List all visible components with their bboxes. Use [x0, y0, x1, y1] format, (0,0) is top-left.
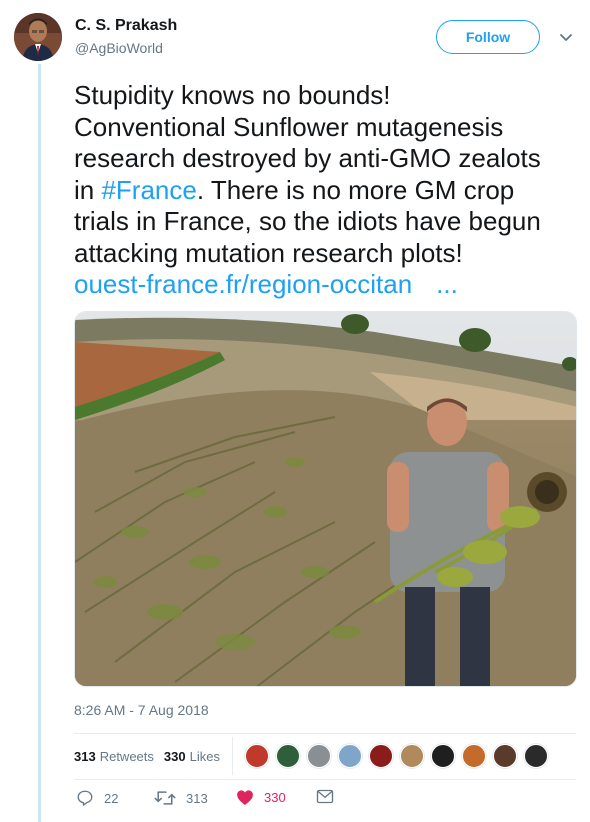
liker-avatars — [244, 744, 555, 768]
follow-button[interactable]: Follow — [436, 20, 540, 54]
liker-avatar[interactable] — [244, 744, 269, 768]
reply-count: 22 — [104, 790, 119, 806]
retweets-label: Retweets — [99, 748, 154, 764]
liker-avatar[interactable] — [430, 744, 455, 768]
like-button[interactable]: 330 — [236, 789, 286, 806]
avatar-photo — [14, 13, 62, 61]
liker-avatar[interactable] — [399, 744, 424, 768]
link-ellipsis[interactable]: ... — [436, 269, 458, 299]
likes-count: 330 — [163, 748, 186, 764]
reply-icon — [77, 790, 93, 806]
chevron-down-icon[interactable] — [557, 28, 575, 46]
tweet-line: trials in France, so the idiots have beg… — [74, 206, 541, 236]
liker-avatar[interactable] — [275, 744, 300, 768]
liker-avatar[interactable] — [492, 744, 517, 768]
tweet-line: research destroyed by anti-GMO zealots — [74, 143, 541, 173]
tweet-text-fragment: in — [74, 174, 102, 205]
heart-icon — [237, 790, 253, 805]
retweet-button[interactable]: 313 — [154, 789, 208, 807]
tweet-line: in #France. There is no more GM crop — [74, 175, 579, 207]
hashtag-link[interactable]: #France — [101, 175, 196, 205]
tweet-actions: 22 313 330 — [74, 789, 374, 815]
liker-avatar[interactable] — [306, 744, 331, 768]
like-count: 330 — [264, 790, 286, 805]
divider — [74, 733, 576, 734]
reply-button[interactable]: 22 — [76, 789, 118, 807]
retweets-count: 313 — [74, 748, 96, 764]
liker-avatar[interactable] — [337, 744, 362, 768]
retweets-stat[interactable]: 313 Retweets — [74, 749, 154, 764]
likes-label: Likes — [189, 748, 220, 764]
liker-avatar[interactable] — [461, 744, 486, 768]
retweet-icon — [154, 791, 176, 805]
stats-divider — [231, 737, 233, 775]
liker-avatar[interactable] — [368, 744, 393, 768]
tweet-timestamp[interactable]: 8:26 AM - 7 Aug 2018 — [74, 702, 209, 718]
tweet-line: Stupidity knows no bounds! — [74, 80, 391, 110]
article-link[interactable]: ouest-france.fr/region-occitan... — [74, 269, 579, 301]
tweet-line: Conventional Sunflower mutagenesis — [74, 111, 504, 142]
conversation-thread-line — [38, 64, 41, 822]
likes-stat[interactable]: 330 Likes — [164, 749, 220, 764]
author-name[interactable]: C. S. Prakash — [75, 17, 177, 35]
tweet-text: Stupidity knows no bounds! Conventional … — [74, 80, 579, 301]
author-handle[interactable]: @AgBioWorld — [75, 40, 163, 56]
tweet-text-fragment: . There is no more GM crop — [196, 174, 515, 205]
envelope-icon — [316, 789, 334, 804]
tweet-photo[interactable] — [74, 311, 577, 687]
sunflower-field-photo — [75, 312, 576, 686]
direct-message-button[interactable] — [316, 789, 344, 804]
article-link-text[interactable]: ouest-france.fr/region-occitan — [74, 269, 412, 299]
liker-avatar[interactable] — [523, 744, 548, 768]
engagement-stats: 313 Retweets 330 Likes — [74, 737, 555, 775]
avatar[interactable] — [14, 13, 62, 61]
tweet-line: attacking mutation research plots! — [74, 237, 463, 268]
divider — [74, 779, 576, 780]
retweet-count: 313 — [186, 790, 208, 806]
